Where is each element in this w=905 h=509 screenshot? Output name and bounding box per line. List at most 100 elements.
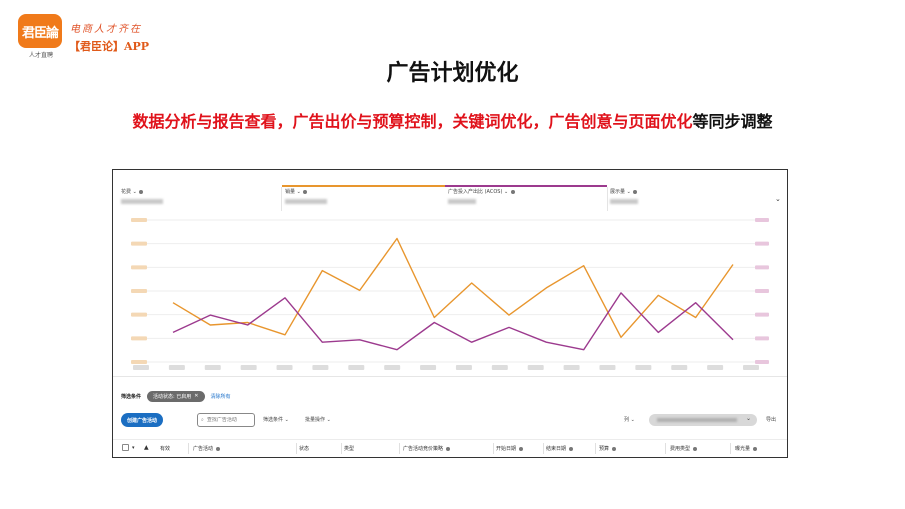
y-axis-left-label-blurred <box>131 336 147 341</box>
y-axis-right-label-blurred <box>755 265 769 270</box>
close-icon[interactable]: ✕ <box>194 393 198 399</box>
y-axis-left-label-blurred <box>131 218 147 222</box>
chevron-down-icon: ⌄ <box>745 415 751 422</box>
campaign-table-area: 筛选条件 活动状态: 已启用✕ 清除所有 创建广告活动 ⌕ 筛选条件 ⌄ 批量操… <box>113 376 787 457</box>
x-axis-label-blurred <box>168 365 185 370</box>
info-icon <box>611 446 616 451</box>
x-axis-label-blurred <box>348 365 365 370</box>
y-axis-left-label-blurred <box>131 265 147 270</box>
info-icon <box>303 189 308 194</box>
series-line-acos <box>172 292 734 351</box>
x-axis-label-blurred <box>671 365 688 370</box>
select-all-checkbox[interactable] <box>122 444 129 451</box>
info-icon <box>752 446 757 451</box>
chevron-down-icon: ⌄ <box>326 417 331 423</box>
x-axis-label-blurred <box>420 365 437 370</box>
x-axis-label-blurred <box>133 365 149 370</box>
y-axis-left-label-blurred <box>131 241 147 246</box>
col-header-start-date[interactable]: 开始日期 <box>496 445 523 452</box>
col-header-bid-strategy[interactable]: 广告活动竞价策略 <box>403 445 450 452</box>
chevron-down-icon: ⌄ <box>630 417 635 423</box>
metric-impressions[interactable]: 展示量 ⌄ <box>610 187 760 212</box>
create-campaign-button[interactable]: 创建广告活动 <box>121 413 164 427</box>
col-header-type[interactable]: 类型 <box>344 445 354 452</box>
page-title: 广告计划优化 <box>386 61 519 86</box>
brand-app-name: 【君臣论】APP <box>69 40 150 53</box>
col-header-end-date[interactable]: 结束日期 <box>546 445 573 452</box>
col-header-campaign[interactable]: 广告活动 <box>193 445 220 452</box>
x-axis-label-blurred <box>743 365 759 370</box>
chevron-down-icon: ⌄ <box>296 189 301 195</box>
chevron-down-icon: ⌄ <box>504 189 509 195</box>
info-icon <box>445 446 450 451</box>
export-button[interactable]: 导出 <box>766 416 776 423</box>
col-divider <box>341 443 342 454</box>
collapse-chart-icon[interactable]: ⌄ <box>775 195 781 203</box>
y-axis-right-label-blurred <box>755 312 769 317</box>
y-axis-left-label-blurred <box>131 360 147 364</box>
warning-icon: ▲ <box>144 444 149 451</box>
subtitle-highlight: 数据分析与报告查看，广告出价与预算控制，关键词优化，广告创意与页面优化 <box>132 112 693 131</box>
col-header-active[interactable]: 有效 <box>160 445 170 452</box>
ads-console-screenshot: 花费 ⌄ 销量 ⌄ 广告投入产出比 (ACOS) ⌄ 展示量 ⌄ ⌄ 筛选条件 … <box>112 169 788 458</box>
metric-accent-bar <box>445 185 607 187</box>
page-subtitle: 数据分析与报告查看，广告出价与预算控制，关键词优化，广告创意与页面优化等同步调整 <box>0 108 905 132</box>
date-range-picker[interactable]: ⌄ <box>649 414 757 426</box>
y-axis-right-label-blurred <box>755 289 769 293</box>
metric-value-blurred <box>610 199 638 204</box>
filter-dropdown[interactable]: 筛选条件 ⌄ <box>263 416 289 423</box>
col-divider <box>399 443 400 454</box>
x-axis-label-blurred <box>276 365 293 370</box>
chevron-down-icon: ⌄ <box>132 189 137 195</box>
x-axis-label-blurred <box>455 365 472 370</box>
search-input[interactable] <box>206 417 251 423</box>
filter-chip-status[interactable]: 活动状态: 已启用 ✕ <box>147 390 205 402</box>
y-axis-left-label-blurred <box>131 289 147 293</box>
col-divider <box>665 443 666 454</box>
metric-spend[interactable]: 花费 ⌄ <box>121 187 281 212</box>
bulk-actions-dropdown[interactable]: 批量操作 ⌄ <box>305 416 331 423</box>
x-axis-label-blurred <box>204 365 221 370</box>
info-icon <box>633 189 638 194</box>
y-axis-right-label-blurred <box>755 336 769 341</box>
chevron-down-icon: ⌄ <box>284 417 289 423</box>
metric-value-blurred <box>121 199 163 204</box>
col-divider <box>730 443 731 454</box>
table-toolbar: 创建广告活动 ⌕ 筛选条件 ⌄ 批量操作 ⌄ 列 ⌄ ⌄ 导出 <box>121 413 781 427</box>
filter-label: 筛选条件 <box>121 393 142 400</box>
col-header-cost-type[interactable]: 费用类型 <box>670 445 697 452</box>
col-divider <box>296 443 297 454</box>
x-axis-label-blurred <box>491 365 508 370</box>
clear-all-link[interactable]: 清除所有 <box>211 393 231 400</box>
columns-dropdown[interactable]: 列 ⌄ <box>624 416 635 423</box>
metric-accent-bar <box>282 185 445 187</box>
col-header-status[interactable]: 状态 <box>299 445 309 452</box>
col-divider <box>493 443 494 454</box>
info-icon <box>510 189 515 194</box>
brand-slogan: 电商人才齐在 <box>70 24 142 35</box>
search-icon: ⌕ <box>201 417 204 423</box>
metric-value-blurred <box>448 199 476 204</box>
col-header-impressions[interactable]: 曝光量 <box>735 445 757 452</box>
metric-sales[interactable]: 销量 ⌄ <box>282 185 445 212</box>
info-icon <box>139 189 144 194</box>
col-header-budget[interactable]: 预算 <box>599 445 616 452</box>
metric-divider <box>607 187 608 211</box>
date-range-blurred <box>657 418 737 422</box>
chevron-down-icon[interactable]: ▾ <box>132 445 135 451</box>
subtitle-tail: 等同步调整 <box>692 112 773 131</box>
col-divider <box>595 443 596 454</box>
performance-line-chart <box>131 218 769 370</box>
info-icon <box>692 446 697 451</box>
metric-acos[interactable]: 广告投入产出比 (ACOS) ⌄ <box>445 185 607 212</box>
x-axis-label-blurred <box>527 365 544 370</box>
x-axis-label-blurred <box>312 365 329 370</box>
x-axis-label-blurred <box>240 365 257 370</box>
x-axis-label-blurred <box>599 365 616 370</box>
campaign-search-box[interactable]: ⌕ <box>197 413 255 427</box>
info-icon <box>568 446 573 451</box>
col-divider <box>543 443 544 454</box>
y-axis-right-label-blurred <box>755 360 769 364</box>
metric-value-blurred <box>285 199 327 204</box>
table-header-row: ▾ ▲ 有效 广告活动 状态 类型 广告活动竞价策略 开始日期 结束日期 预算 … <box>113 439 787 455</box>
